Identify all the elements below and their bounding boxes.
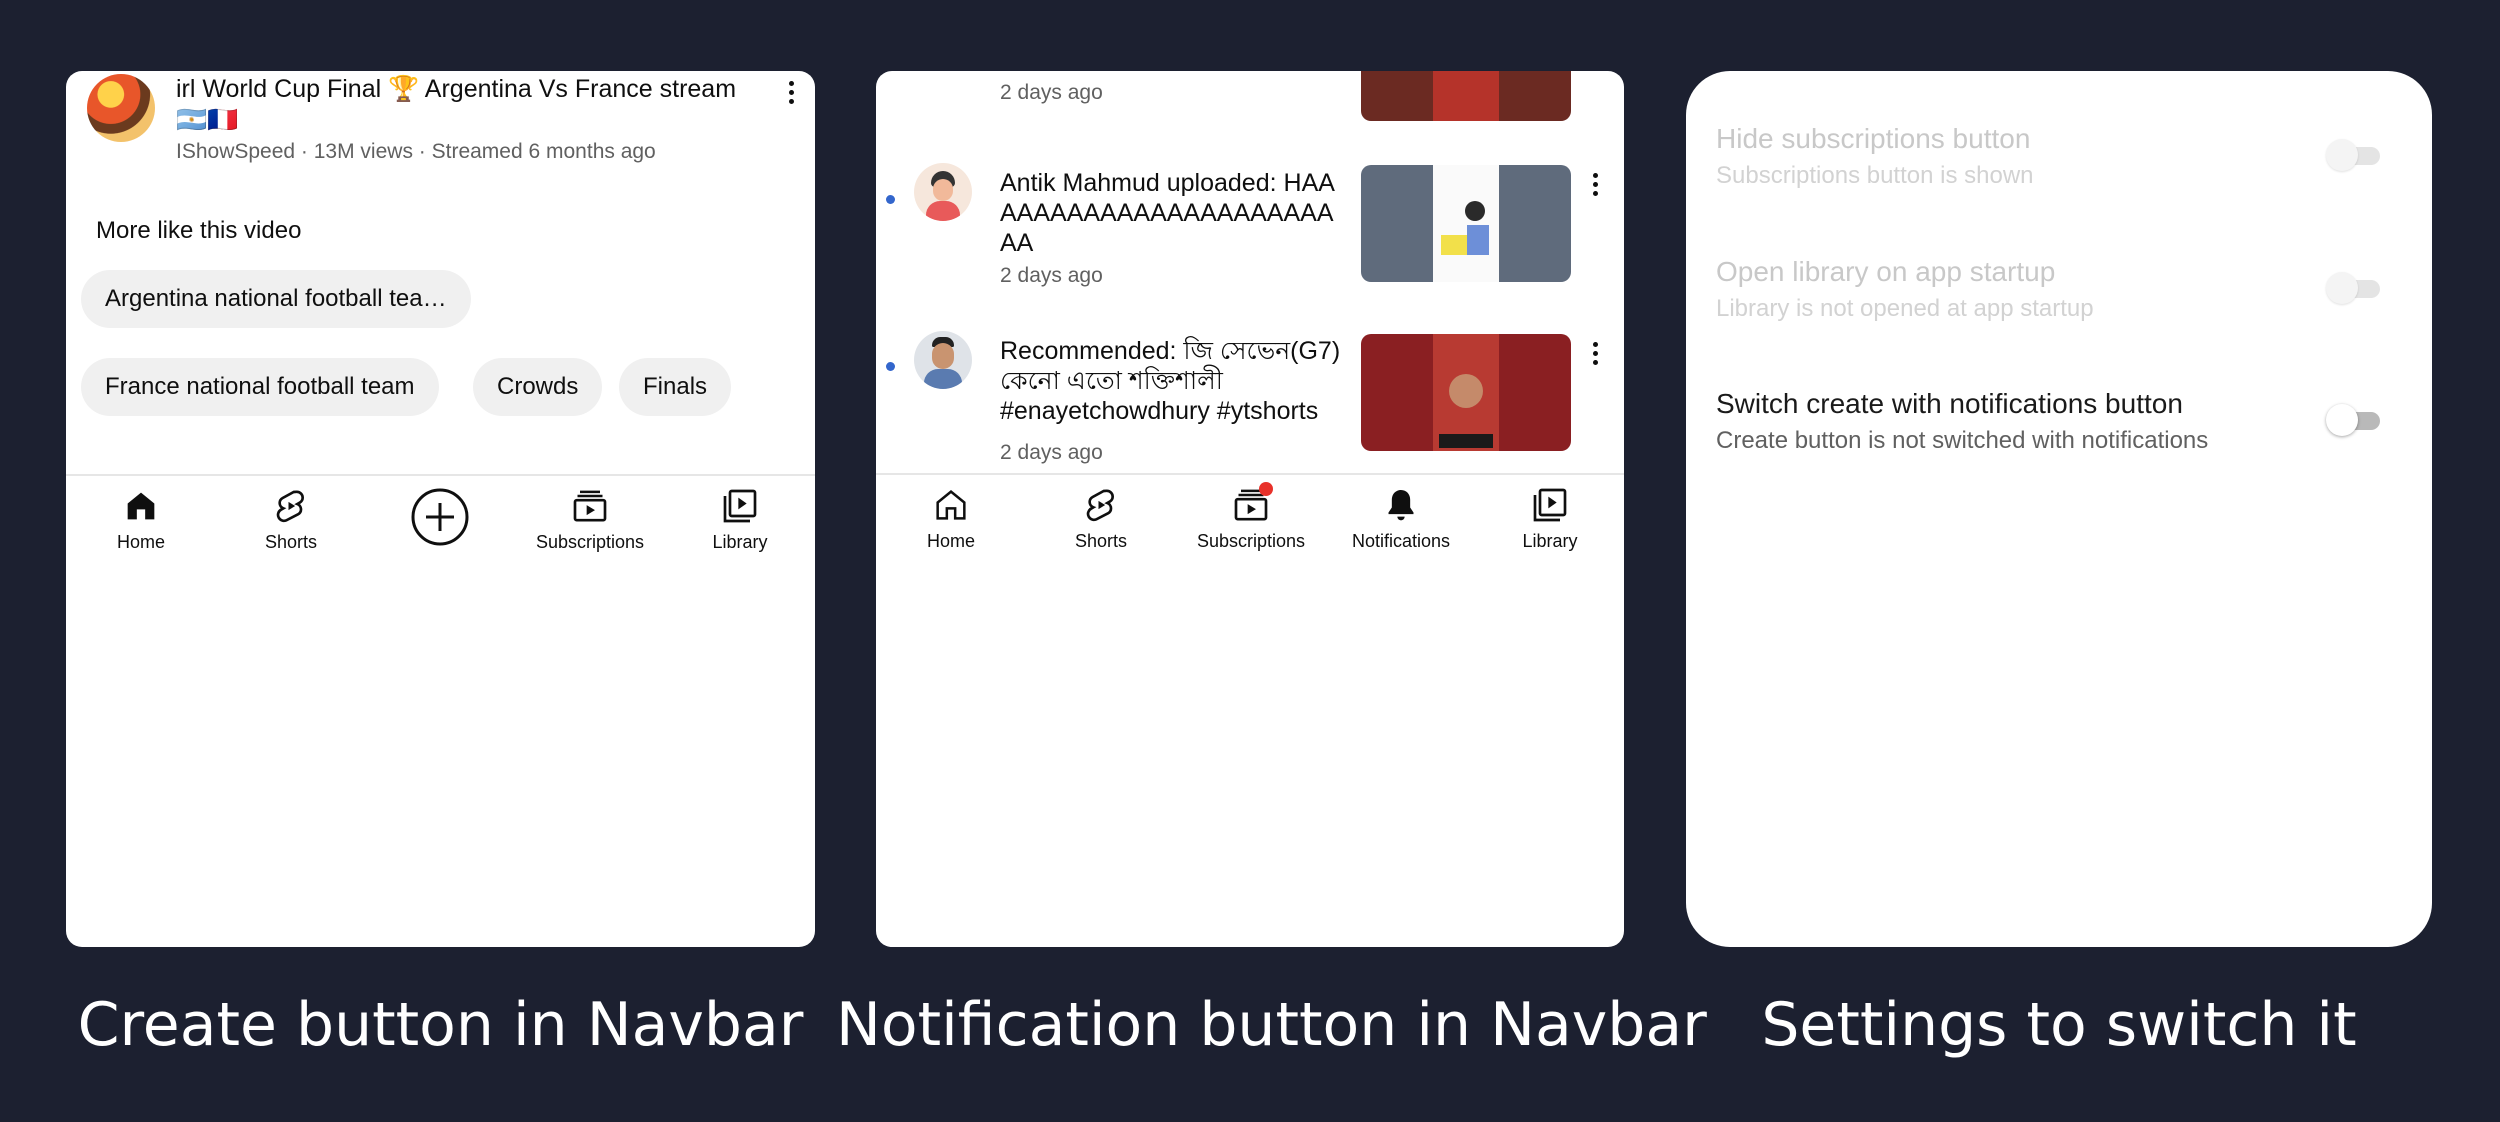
nav-shorts-label: Shorts: [1074, 531, 1128, 551]
notification-time: 2 days ago: [1000, 264, 1103, 287]
library-icon: [1533, 488, 1567, 522]
chip-finals[interactable]: Finals: [619, 358, 732, 416]
notification-thumbnail[interactable]: [1361, 334, 1571, 451]
channel-avatar[interactable]: [914, 163, 972, 221]
more-options-icon[interactable]: [1593, 342, 1599, 369]
nav-library[interactable]: Library: [1475, 475, 1624, 552]
bell-filled-icon: [1388, 490, 1414, 521]
setting-title: Open library on app startup: [1716, 256, 2056, 287]
hide-subscriptions-toggle[interactable]: [2326, 135, 2382, 175]
caption-notification-button: Notification button in Navbar: [836, 990, 1707, 1060]
switch-create-notifications-toggle[interactable]: [2326, 400, 2382, 440]
nav-library[interactable]: Library: [665, 476, 815, 553]
home-outline-icon: [936, 490, 966, 520]
more-options-icon[interactable]: [1593, 173, 1599, 200]
subscriptions-icon: [573, 490, 607, 522]
nav-library-label: Library: [712, 532, 768, 552]
notification-thumbnail[interactable]: [1361, 71, 1571, 121]
nav-library-label: Library: [1522, 531, 1578, 551]
shorts-icon: [276, 490, 305, 523]
setting-subtitle: Library is not opened at app startup: [1716, 295, 2094, 322]
nav-home-label: Home: [926, 531, 975, 551]
notification-time: 2 days ago: [1000, 81, 1103, 104]
notification-text[interactable]: Recommended: জি সেভেন(G7) কেনো এতো শক্তি…: [1000, 336, 1360, 426]
settings-panel: Hide subscriptions button Subscriptions …: [1686, 71, 2432, 947]
nav-shorts-label: Shorts: [264, 532, 318, 552]
nav-shorts[interactable]: Shorts: [216, 476, 366, 553]
nav-home[interactable]: Home: [876, 475, 1026, 552]
setting-title: Hide subscriptions button: [1716, 123, 2031, 154]
create-button-preview-panel: irl World Cup Final 🏆 Argentina Vs Franc…: [66, 71, 815, 947]
channel-avatar[interactable]: [87, 74, 155, 142]
nav-shorts[interactable]: Shorts: [1026, 475, 1176, 552]
setting-subtitle: Create button is not switched with notif…: [1716, 427, 2209, 454]
nav-subscriptions-label: Subscriptions: [1196, 531, 1306, 551]
more-like-this-heading: More like this video: [96, 217, 302, 244]
video-meta: IShowSpeed · 13M views · Streamed 6 mont…: [176, 140, 656, 163]
nav-subscriptions-label: Subscriptions: [535, 532, 645, 552]
video-title[interactable]: irl World Cup Final 🏆 Argentina Vs Franc…: [176, 74, 756, 136]
nav-home-label: Home: [116, 532, 165, 552]
create-plus-icon[interactable]: [410, 487, 470, 547]
bottom-navbar: Home Shorts Subscriptions Library: [66, 474, 815, 566]
nav-subscriptions[interactable]: Subscriptions: [515, 476, 665, 553]
notification-thumbnail[interactable]: [1361, 165, 1571, 282]
caption-settings: Settings to switch it: [1761, 990, 2357, 1060]
bottom-navbar: Home Shorts Subscriptions Notifications …: [876, 473, 1624, 565]
nav-notifications-label: Notifications: [1351, 531, 1451, 551]
nav-home[interactable]: Home: [66, 476, 216, 553]
chip-argentina[interactable]: Argentina national football tea…: [81, 270, 471, 328]
chip-france[interactable]: France national football team: [81, 358, 439, 416]
nav-notifications[interactable]: Notifications: [1326, 475, 1476, 552]
setting-subtitle: Subscriptions button is shown: [1716, 162, 2034, 189]
shorts-icon: [1086, 489, 1115, 522]
library-icon: [723, 489, 757, 523]
home-filled-icon: [127, 492, 155, 520]
notification-text[interactable]: Antik Mahmud uploaded: HAAAAAAAAAAAAAAAA…: [1000, 168, 1350, 258]
open-library-toggle[interactable]: [2326, 268, 2382, 308]
chip-crowds[interactable]: Crowds: [473, 358, 603, 416]
channel-avatar[interactable]: [914, 331, 972, 389]
caption-create-button: Create button in Navbar: [77, 990, 804, 1060]
notification-button-preview-panel: 2 days ago Antik Mahmud uploaded: HAAAAA…: [876, 71, 1624, 947]
unread-dot: [886, 195, 895, 204]
notification-time: 2 days ago: [1000, 441, 1103, 464]
setting-title: Switch create with notifications button: [1716, 388, 2183, 419]
new-content-badge: [1259, 482, 1273, 496]
unread-dot: [886, 362, 895, 371]
nav-subscriptions[interactable]: Subscriptions: [1176, 475, 1326, 552]
more-options-icon[interactable]: [789, 81, 795, 108]
